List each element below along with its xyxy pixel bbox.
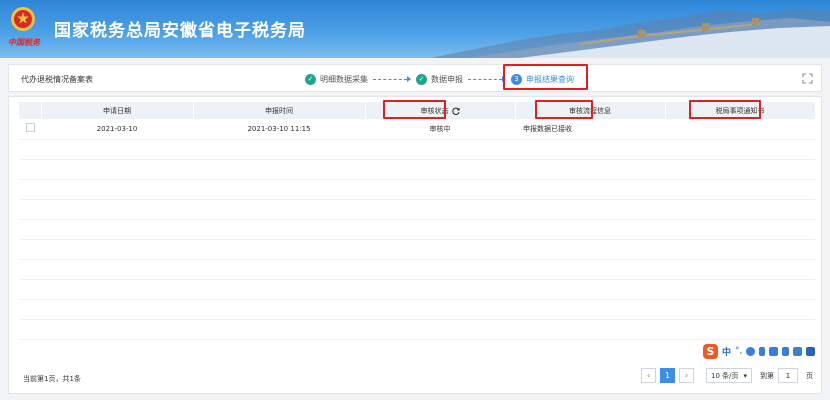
page-size-select[interactable]: 10 条/页 ▾: [706, 368, 752, 383]
sogou-ime-icon[interactable]: S: [703, 343, 718, 359]
tax-emblem-icon: [11, 7, 35, 31]
chevron-down-icon: ▾: [743, 371, 747, 380]
check-icon: ✓: [305, 73, 316, 85]
page-size-value: 10 条/页: [711, 371, 739, 380]
site-title: 国家税务总局安徽省电子税务局: [54, 21, 306, 41]
user-icon[interactable]: [782, 346, 790, 356]
row-checkbox[interactable]: [25, 123, 35, 133]
column-header-apply-date: 申请日期: [41, 102, 194, 119]
result-table: 申请日期 申报时间 审核状态 审核流程信息 税局事项通知书 2021-03-10…: [19, 102, 816, 340]
ime-language-toggle[interactable]: 中: [722, 345, 731, 358]
table-row[interactable]: 2021-03-10 2021-03-10 11:15 审核中 申报数据已接收: [19, 119, 815, 140]
page-info: 当前第1页，共1条: [23, 375, 81, 383]
keyboard-icon[interactable]: [769, 346, 779, 356]
highlight-box-review-flow: [535, 100, 593, 119]
empty-row: [19, 319, 815, 340]
step-label: 明细数据采集: [320, 74, 368, 84]
refresh-icon[interactable]: [451, 107, 460, 115]
ime-toolbar: S 中 °,: [703, 343, 816, 359]
page-number-button[interactable]: 1: [660, 368, 675, 383]
step-label: 数据申报: [431, 74, 463, 84]
check-icon: ✓: [416, 73, 427, 85]
empty-row: [19, 259, 815, 280]
empty-row: [19, 239, 815, 260]
header-banner: 中国税务 国家税务总局安徽省电子税务局: [0, 0, 830, 58]
toolbox-icon[interactable]: [806, 346, 816, 356]
column-header-select: [19, 102, 42, 119]
fullscreen-icon[interactable]: [802, 73, 813, 84]
goto-label: 到第: [760, 371, 774, 380]
page-unit-label: 页: [806, 371, 813, 380]
highlight-box-step: [503, 64, 588, 90]
declare-time-cell: 2021-03-10 11:15: [193, 119, 365, 140]
step-arrow: [468, 76, 506, 82]
empty-row: [19, 139, 815, 160]
empty-row: [19, 219, 815, 240]
empty-row: [19, 279, 815, 300]
tax-signature: 中国税务: [8, 37, 40, 47]
result-panel: 申请日期 申报时间 审核状态 审核流程信息 税局事项通知书 2021-03-10…: [8, 96, 822, 394]
step-arrow: [373, 76, 411, 82]
column-header-declare-time: 申报时间: [193, 102, 366, 119]
empty-row: [19, 199, 815, 220]
emoji-icon[interactable]: [746, 346, 756, 356]
form-name: 代办退税情况备案表: [21, 75, 93, 84]
highlight-box-review-status: [383, 100, 446, 119]
step-data-declare[interactable]: ✓ 数据申报: [416, 73, 463, 85]
prev-page-button[interactable]: ‹: [641, 368, 656, 383]
skin-icon[interactable]: [793, 346, 803, 356]
review-flow-cell: 申报数据已接收: [515, 119, 665, 140]
review-status-cell: 审核中: [365, 119, 515, 140]
row-select-cell: [19, 119, 41, 140]
notice-cell[interactable]: [665, 119, 815, 140]
goto-page-input[interactable]: 1: [778, 368, 798, 383]
microphone-icon[interactable]: [759, 346, 766, 356]
pagination: ‹ 1 › 10 条/页 ▾ 到第 1 页: [641, 368, 813, 383]
empty-row: [19, 179, 815, 200]
form-step-bar: 代办退税情况备案表 ✓ 明细数据采集 ✓ 数据申报 3 申报结果查询: [8, 64, 822, 92]
empty-row: [19, 299, 815, 320]
ime-punctuation-toggle[interactable]: °,: [735, 346, 742, 356]
empty-row: [19, 159, 815, 180]
apply-date-cell: 2021-03-10: [41, 119, 193, 140]
next-page-button[interactable]: ›: [679, 368, 694, 383]
step-detail-collection[interactable]: ✓ 明细数据采集: [305, 73, 368, 85]
highlight-box-notice: [689, 100, 761, 119]
